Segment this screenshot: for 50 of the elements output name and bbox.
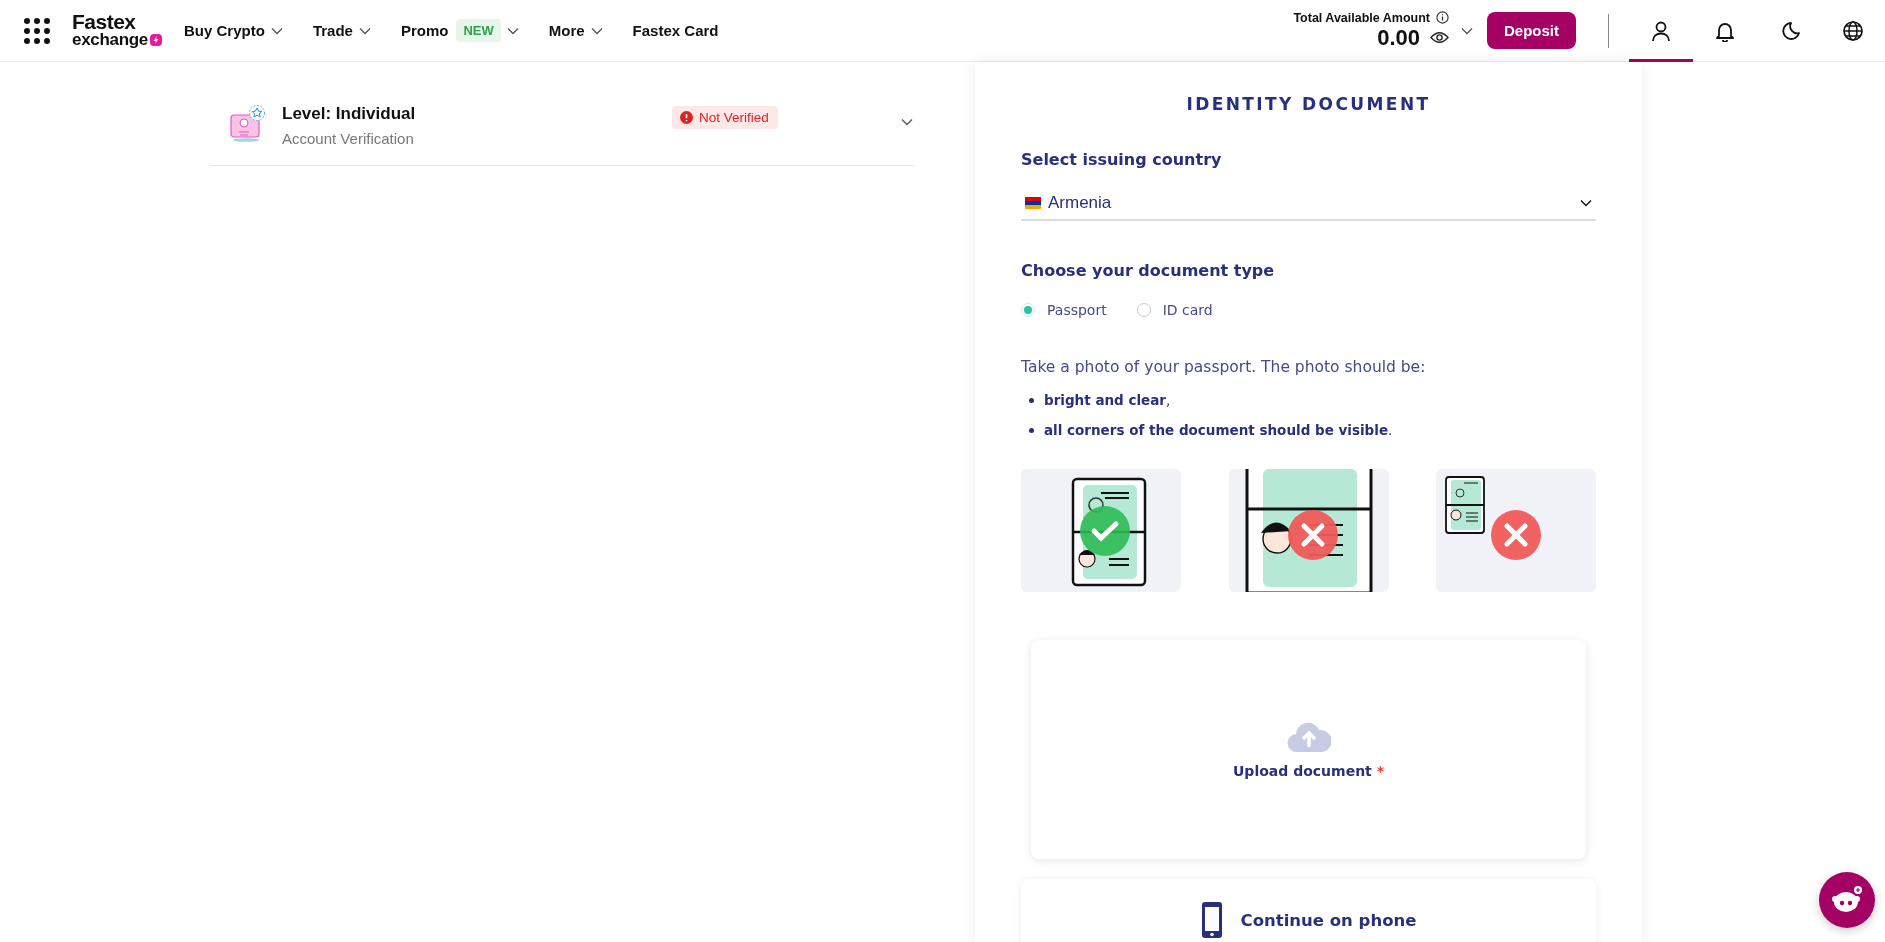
- logo-text: Fastex: [72, 13, 136, 33]
- nav-item[interactable]: Promo NEW: [400, 19, 519, 42]
- continue-on-phone-button[interactable]: Continue on phone: [1021, 879, 1596, 942]
- id-card-icon: [230, 104, 266, 144]
- field-label: Select issuing country: [1021, 150, 1223, 169]
- info-icon[interactable]: [1436, 11, 1449, 24]
- globe-icon[interactable]: [1843, 20, 1863, 41]
- eye-icon[interactable]: [1430, 31, 1449, 44]
- radio-option[interactable]: ID card: [1136, 302, 1213, 318]
- level-title: Level: Individual: [282, 104, 417, 124]
- new-badge: NEW: [456, 19, 501, 42]
- radio-option[interactable]: Passport: [1021, 302, 1107, 318]
- instruction-text: Take a photo of your passport. The photo should be:: [1021, 358, 1427, 376]
- caret-icon: [590, 26, 603, 35]
- country-select[interactable]: Armenia: [1021, 183, 1596, 221]
- bell-icon[interactable]: [1716, 22, 1734, 42]
- expand-caret-icon: [901, 118, 913, 126]
- chat-button[interactable]: [1819, 872, 1875, 928]
- requirement-item: all corners of the document should be visible.: [1044, 421, 1393, 440]
- phone-icon: [1200, 901, 1223, 940]
- upload-area[interactable]: Upload document *: [1031, 640, 1586, 860]
- section-title: IDENTITY DOCUMENT: [1185, 94, 1432, 114]
- required-mark: *: [1376, 762, 1384, 779]
- bot-face-icon: [1830, 885, 1864, 915]
- balance-label: Total Available Amount: [1293, 10, 1430, 25]
- logo-text: exchange: [72, 32, 149, 48]
- caret-icon: [506, 26, 519, 35]
- passport-drawing: [1445, 476, 1485, 534]
- moon-icon[interactable]: [1782, 21, 1800, 40]
- dropdown-caret-icon: [1580, 199, 1592, 207]
- balance-amount: 0.00: [1377, 24, 1420, 51]
- bolt-icon: [150, 33, 163, 46]
- level-subtitle: Account Verification: [282, 130, 415, 147]
- user-icon[interactable]: [1652, 21, 1670, 42]
- status-badge: Not Verified: [672, 106, 778, 129]
- deposit-button[interactable]: Deposit: [1487, 12, 1576, 49]
- bullet-icon: [1029, 427, 1034, 433]
- bullet-icon: [1029, 398, 1034, 404]
- nav-item[interactable]: Trade: [312, 22, 371, 39]
- cloud-upload-icon: [1286, 720, 1331, 753]
- nav-item[interactable]: More: [548, 22, 603, 39]
- apps-icon[interactable]: [24, 17, 50, 44]
- caret-icon: [270, 26, 283, 35]
- caret-icon: [358, 26, 371, 35]
- requirement-item: bright and clear,: [1044, 392, 1171, 410]
- dropdown-caret-icon: [1461, 26, 1473, 35]
- flag-icon: [1025, 197, 1041, 209]
- field-label: Choose your document type: [1021, 261, 1276, 280]
- nav-item[interactable]: Fastex Card: [632, 22, 719, 39]
- nav-item[interactable]: Buy Crypto: [184, 22, 283, 39]
